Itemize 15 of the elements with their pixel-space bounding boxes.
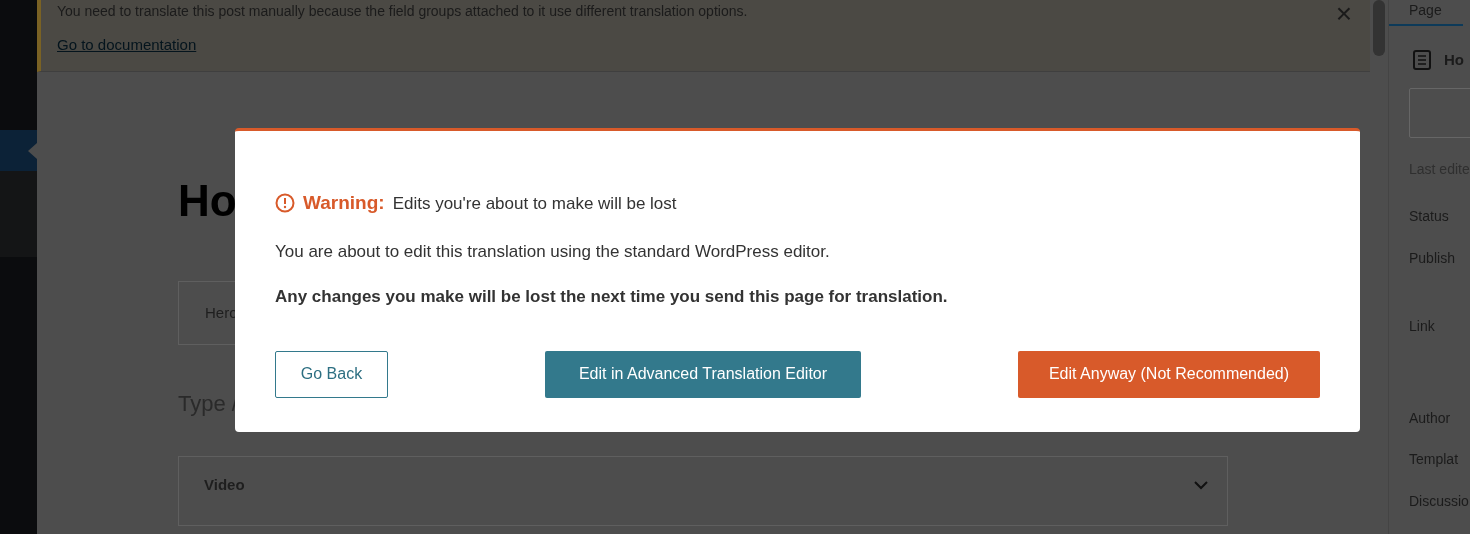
close-button[interactable]: × xyxy=(1335,2,1352,26)
scrollbar-thumb[interactable] xyxy=(1373,0,1385,56)
warning-icon xyxy=(275,193,295,214)
document-icon xyxy=(1413,50,1431,71)
sidebar-menu-item[interactable] xyxy=(0,130,37,171)
warning-text: Edits you're about to make will be lost xyxy=(392,192,677,215)
edit-anyway-button[interactable]: Edit Anyway (Not Recommended) xyxy=(1018,350,1320,398)
advanced-editor-button[interactable]: Edit in Advanced Translation Editor xyxy=(545,350,861,398)
back-button[interactable]: Go Back xyxy=(275,350,388,398)
chevron-icon xyxy=(1193,480,1209,490)
dialog-emphasis: Any changes you make will be lost the next time you send this page for translation. xyxy=(275,286,948,308)
documentation-link[interactable]: Go to documentation xyxy=(57,34,197,57)
dialog-paragraph: You are about to edit this translation using the standard WordPress editor. xyxy=(275,240,830,263)
warning-label: Warning: xyxy=(303,191,385,215)
excerpt-field[interactable] xyxy=(1409,87,1470,138)
